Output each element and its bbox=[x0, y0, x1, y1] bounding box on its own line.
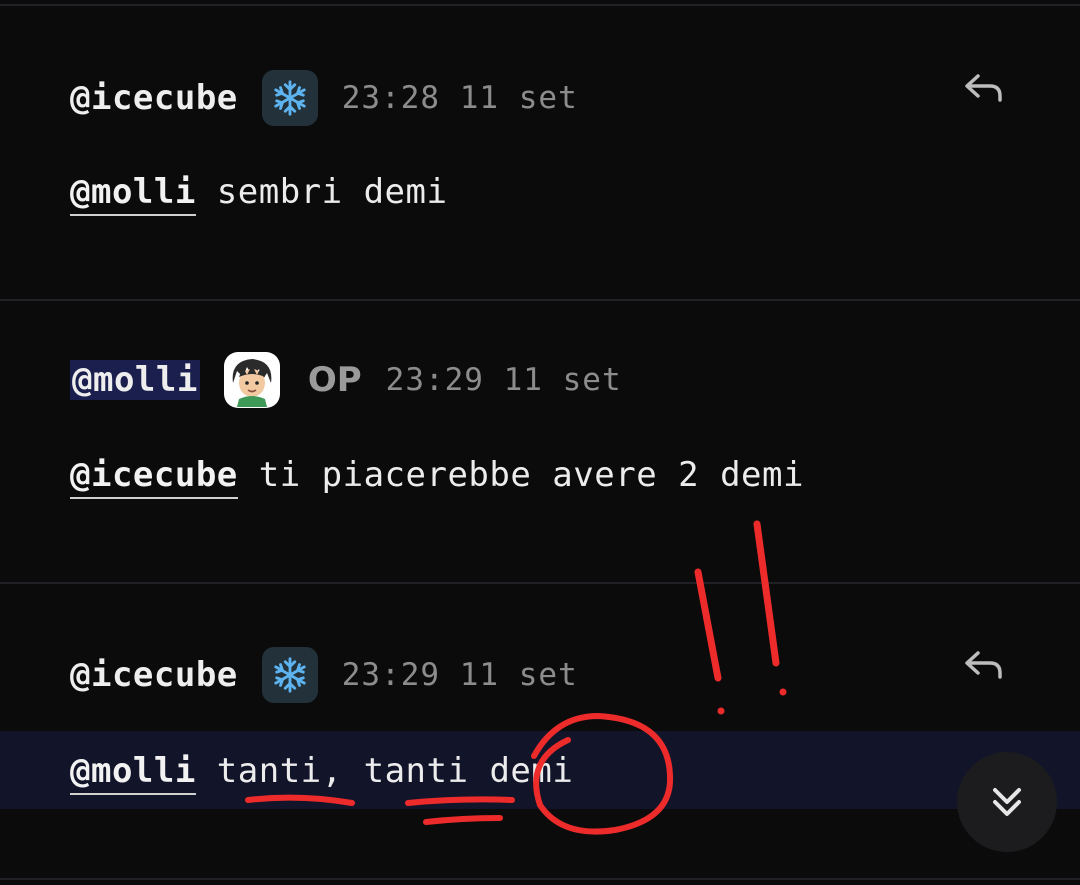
exclamation-stroke-2 bbox=[753, 520, 780, 667]
snowflake-icon bbox=[261, 647, 318, 703]
mention-link[interactable]: @molli bbox=[70, 751, 196, 795]
comment-word: demi bbox=[468, 751, 574, 791]
avatar-boy-icon bbox=[223, 352, 280, 408]
mention-link[interactable]: @molli bbox=[70, 172, 196, 216]
comment-word: tanti bbox=[195, 751, 322, 791]
comment-body: @icecube ti piacerebbe avere 2 demi bbox=[70, 455, 804, 499]
exclamation-dot-2 bbox=[779, 688, 787, 696]
divider bbox=[0, 582, 1080, 584]
reply-button[interactable] bbox=[962, 647, 1006, 683]
comment-text: sembri demi bbox=[195, 172, 448, 212]
snowflake-icon bbox=[261, 70, 318, 126]
op-badge: OP bbox=[307, 360, 362, 400]
timestamp: 23:29 11 set bbox=[341, 657, 578, 693]
author-username[interactable]: @icecube bbox=[70, 78, 238, 118]
reply-arrow-icon bbox=[965, 74, 1002, 102]
divider bbox=[0, 878, 1080, 880]
comment-thread: @icecube 23:28 11 set @molli sembri demi… bbox=[0, 0, 1080, 885]
divider bbox=[0, 299, 1080, 301]
underline-tanti-2b bbox=[423, 815, 503, 825]
comment-word: tanti bbox=[342, 751, 469, 791]
comment-body: @molli tanti, tanti demi bbox=[70, 751, 574, 795]
scroll-down-button[interactable] bbox=[957, 752, 1057, 852]
divider bbox=[0, 4, 1080, 6]
timestamp: 23:28 11 set bbox=[341, 80, 578, 116]
double-chevron-down-icon bbox=[993, 788, 1021, 816]
comment-text: ti piacerebbe avere 2 demi bbox=[237, 455, 804, 495]
comment-header: @icecube 23:28 11 set bbox=[70, 70, 578, 126]
comment-body: @molli sembri demi bbox=[70, 172, 448, 216]
reply-button[interactable] bbox=[962, 70, 1006, 106]
comment-header: @molli OP 23:29 11 set bbox=[70, 352, 622, 408]
exclamation-dot-1 bbox=[717, 707, 725, 715]
comment-comma: , bbox=[321, 751, 343, 791]
exclamation-stroke-1 bbox=[694, 568, 722, 682]
comment-header: @icecube 23:29 11 set bbox=[70, 647, 578, 703]
reply-arrow-icon bbox=[965, 651, 1002, 679]
timestamp: 23:29 11 set bbox=[385, 362, 622, 398]
author-username[interactable]: @molli bbox=[70, 360, 200, 400]
author-username[interactable]: @icecube bbox=[70, 655, 238, 695]
mention-link[interactable]: @icecube bbox=[70, 455, 238, 499]
